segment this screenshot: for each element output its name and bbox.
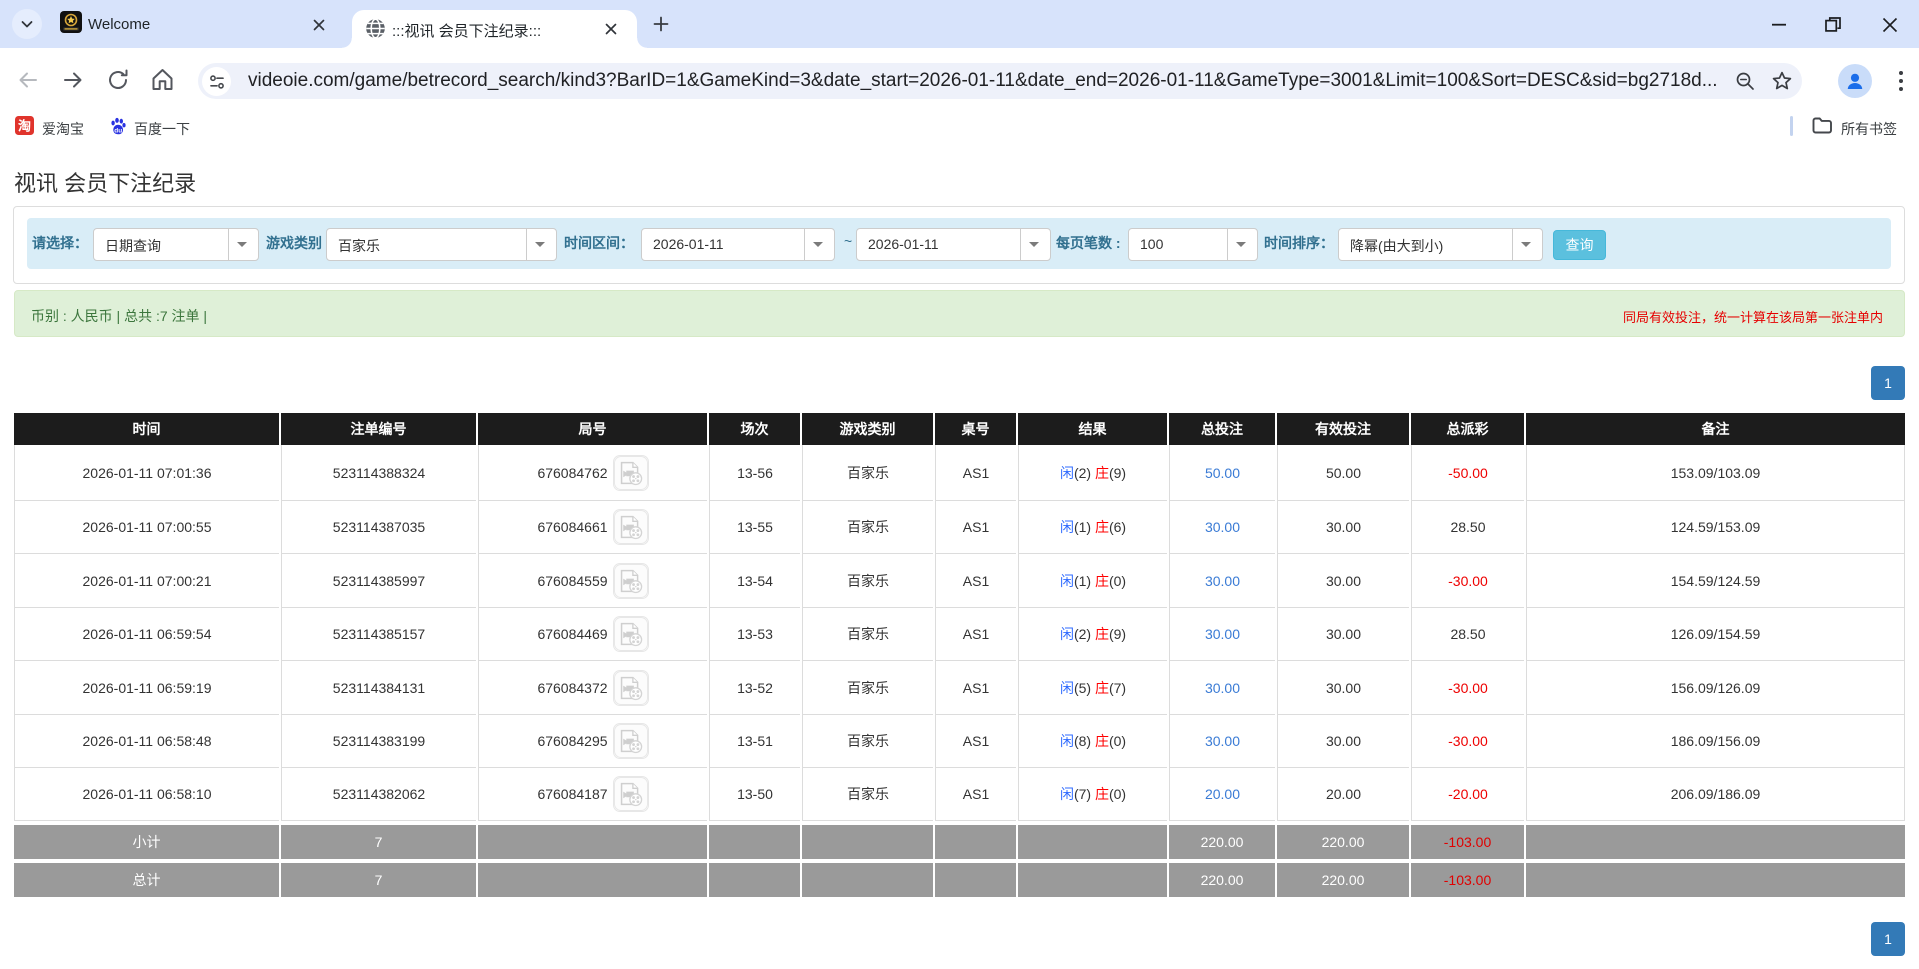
svg-text:du: du	[114, 127, 122, 134]
svg-text:淘: 淘	[18, 119, 31, 134]
